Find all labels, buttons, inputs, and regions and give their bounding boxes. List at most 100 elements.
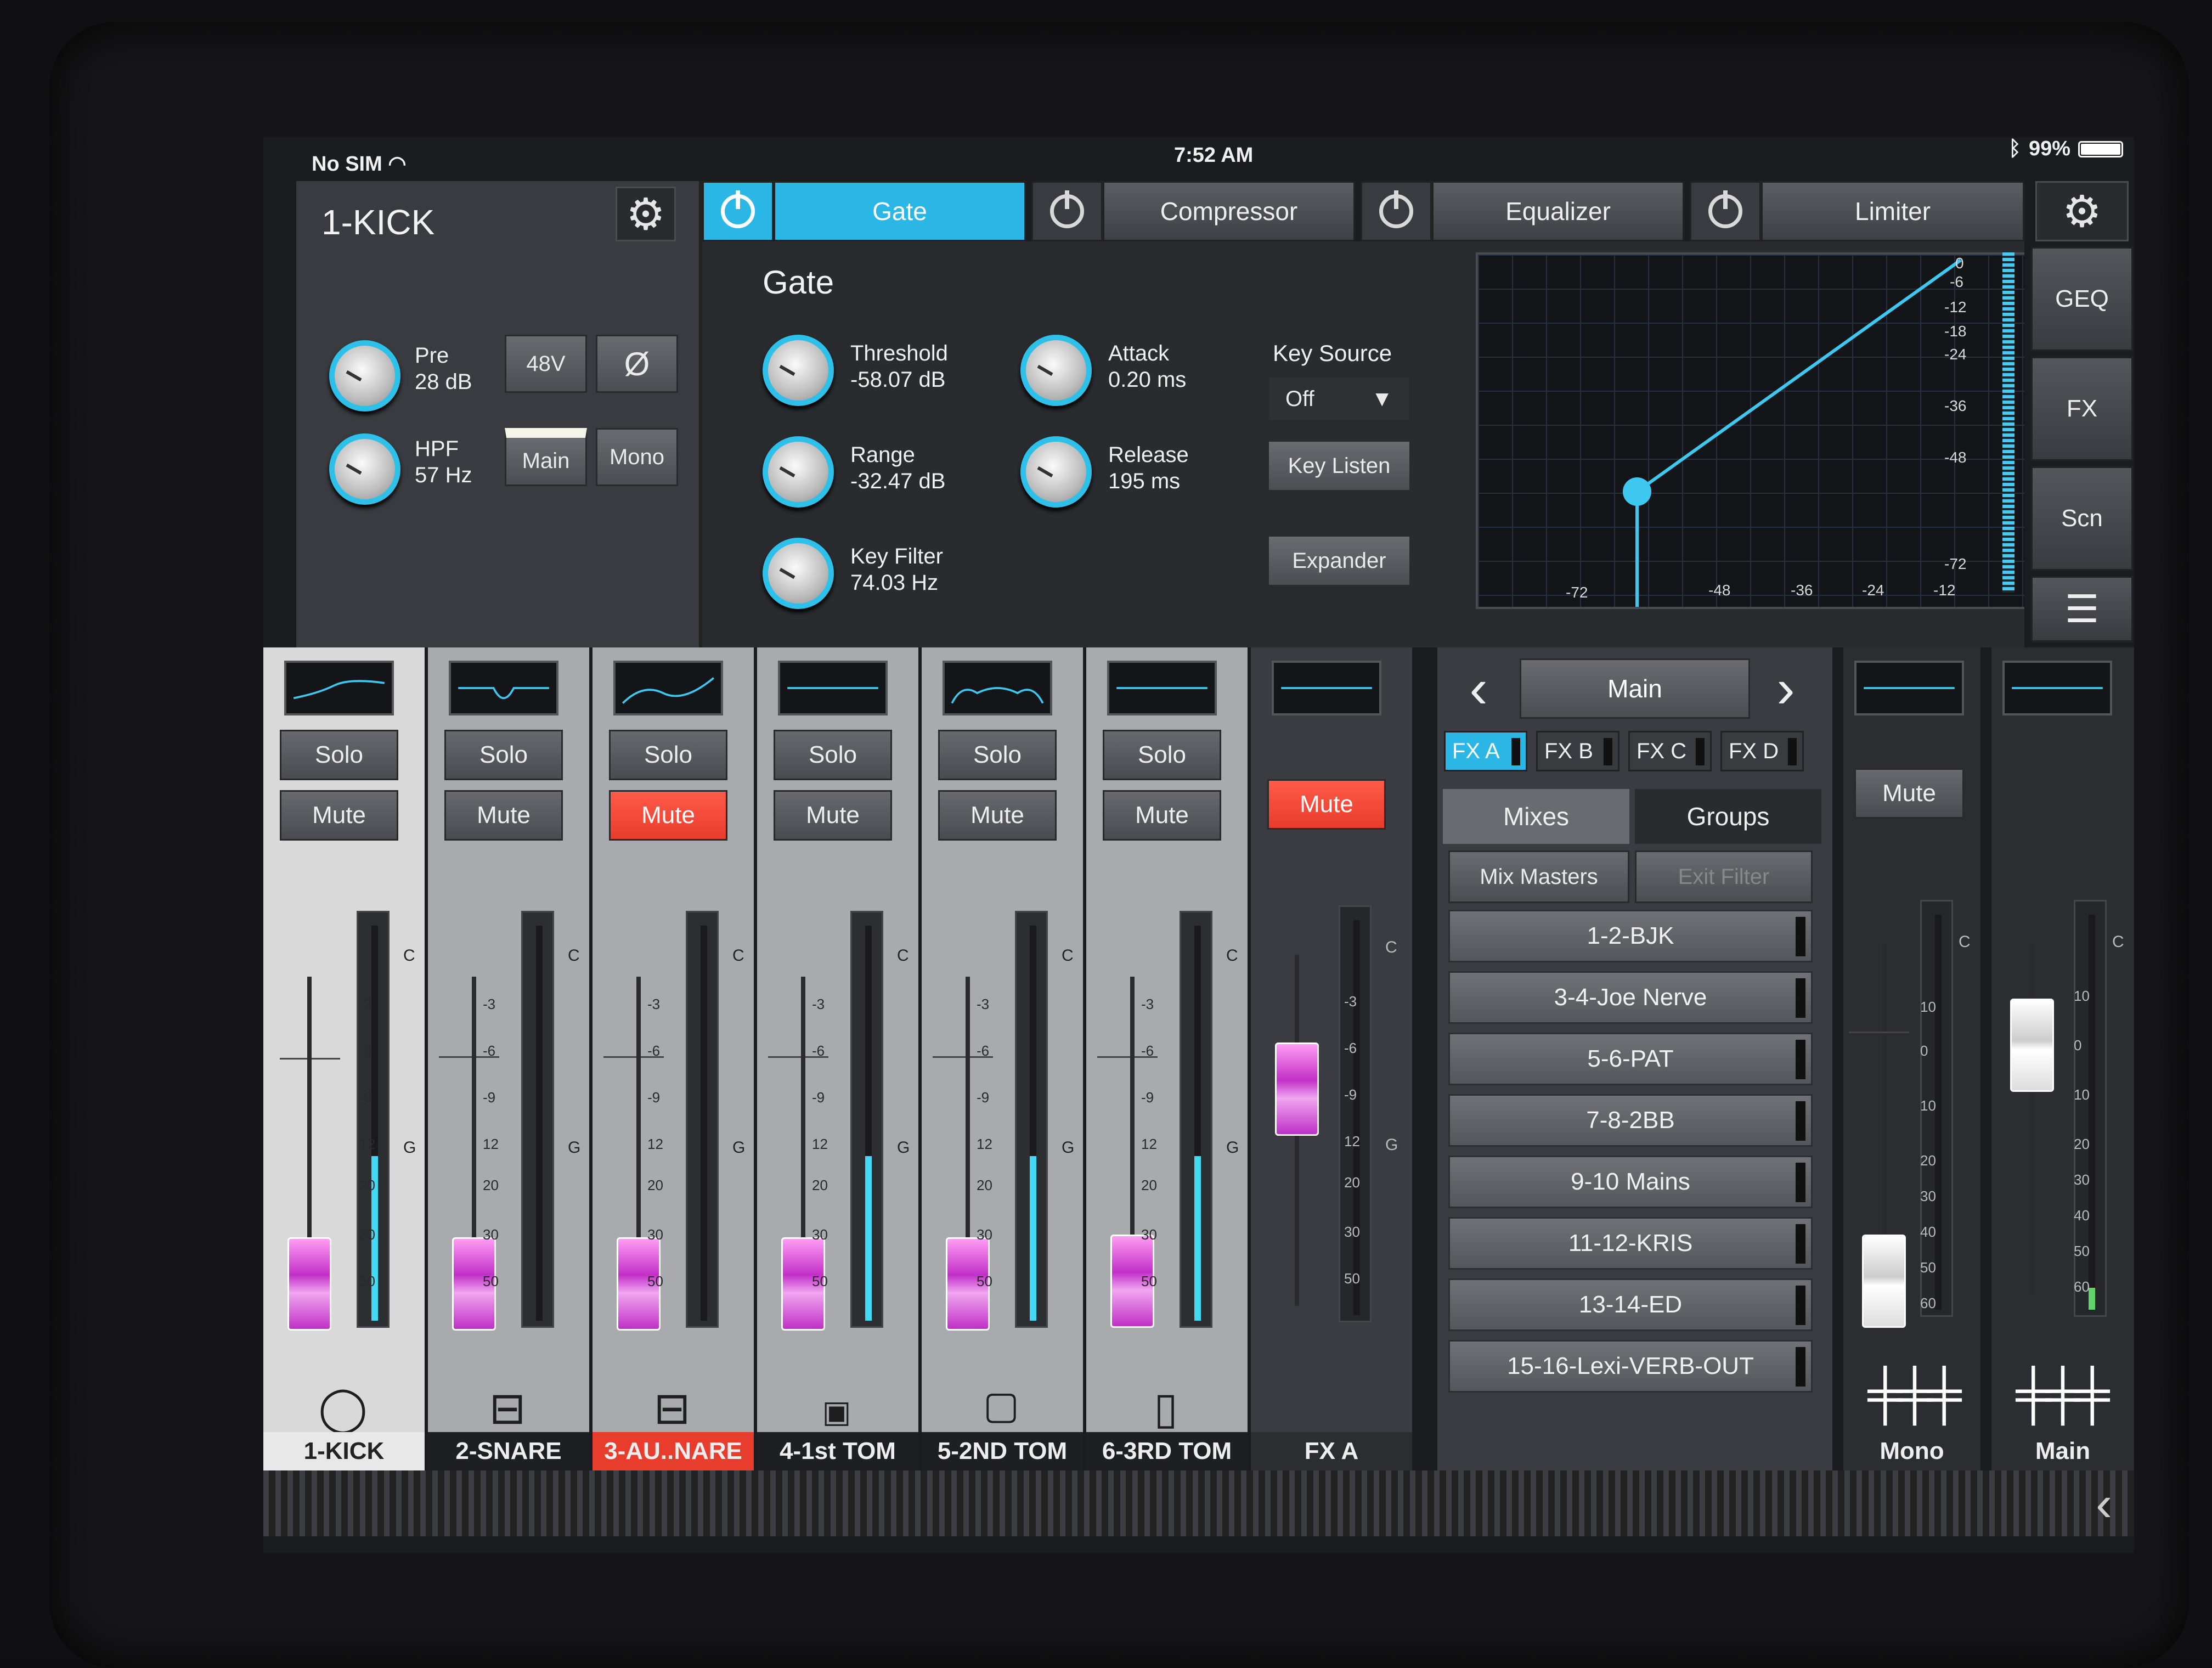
chevron-right-icon[interactable]: › [1767,658,1805,719]
mute-button[interactable]: Mute [1854,768,1964,819]
mix-item[interactable]: 13-14-ED [1448,1278,1813,1331]
compressor-power-icon[interactable] [1031,181,1103,241]
floor-tom-icon: ▯ [1153,1384,1178,1433]
y-tick: -6 [1950,273,1963,290]
clip-mark: C [1062,946,1074,965]
eq-thumbnail[interactable] [1272,661,1381,715]
y-tick: -36 [1944,397,1967,414]
phantom-48v-button[interactable]: 48V [505,335,587,393]
fader-handle[interactable] [2010,999,2054,1092]
threshold-knob[interactable] [763,335,834,406]
tab-compressor[interactable]: Compressor [1103,181,1355,241]
mix-item[interactable]: 7-8-2BB [1448,1094,1813,1147]
attack-knob[interactable] [1020,335,1092,406]
strip-name[interactable]: 3-AU..NARE [592,1432,754,1470]
gate-power-icon[interactable] [702,181,774,241]
selected-mix[interactable]: Main [1520,658,1750,719]
eq-thumbnail[interactable] [943,661,1052,715]
channel-scroll-bar[interactable]: ‹ [263,1470,2134,1536]
strip-name[interactable]: 5-2ND TOM [922,1432,1083,1470]
geq-button[interactable]: GEQ [2031,247,2133,351]
eq-thumbnail[interactable] [1854,661,1964,715]
range-knob[interactable] [763,436,834,508]
solo-button[interactable]: Solo [444,730,563,780]
solo-button[interactable]: Solo [609,730,727,780]
mute-button[interactable]: Mute [774,790,892,841]
strip-name[interactable]: Main [1991,1432,2134,1470]
mix-item[interactable]: 3-4-Joe Nerve [1448,971,1813,1024]
eq-thumbnail[interactable] [1107,661,1217,715]
channel-strip-2: Solo Mute C G -3 -6 -9 12 20 30 50 ⊟ 2-S… [428,647,592,1470]
strip-name[interactable]: 2-SNARE [428,1432,589,1470]
strip-name[interactable]: 4-1st TOM [757,1432,918,1470]
mute-button[interactable]: Mute [444,790,563,841]
exit-filter-button[interactable]: Exit Filter [1635,850,1813,903]
keyfilter-knob[interactable] [763,538,834,609]
strip-name[interactable]: Mono [1843,1432,1980,1470]
channel-gear-icon[interactable]: ⚙ [616,187,676,241]
chevron-left-icon[interactable]: ‹ [2096,1476,2112,1532]
phase-invert-button[interactable]: Ø [596,335,678,393]
mute-button[interactable]: Mute [280,790,398,841]
strip-name[interactable]: 6-3RD TOM [1086,1432,1248,1470]
chevron-left-icon[interactable]: ‹ [1459,658,1498,719]
strip-name[interactable]: 1-KICK [263,1432,425,1470]
eq-thumbnail[interactable] [284,661,394,715]
menu-list-icon[interactable]: ☰ [2031,576,2133,642]
mix-item[interactable]: 5-6-PAT [1448,1033,1813,1085]
solo-button[interactable]: Solo [280,730,398,780]
fx-a-button[interactable]: FX A [1444,731,1527,771]
meter-tick: 40 [1920,1224,1936,1240]
mute-button[interactable]: Mute [1267,779,1386,830]
keysource-dropdown[interactable]: Off ▼ [1267,376,1411,422]
eq-thumbnail[interactable] [778,661,888,715]
fx-c-button[interactable]: FX C [1628,731,1712,771]
mix-item[interactable]: 15-16-Lexi-VERB-OUT [1448,1340,1813,1393]
expander-button[interactable]: Expander [1267,535,1411,587]
meter-tick: 20 [359,1177,375,1193]
status-bar: No SIM ◠ 7:52 AM ᛒ 99% [263,137,2134,181]
preamp-label: Pre 28 dB [415,343,472,394]
meter-tick: 50 [1920,1259,1936,1276]
mix-masters-button[interactable]: Mix Masters [1448,850,1629,903]
release-label: Release 195 ms [1108,443,1189,493]
equalizer-power-icon[interactable] [1361,181,1432,241]
key-listen-button[interactable]: Key Listen [1267,440,1411,492]
gate-panel: Gate Threshold -58.07 dB Range -32.47 dB K… [702,241,2030,647]
settings-gear-icon[interactable]: ⚙ [2035,181,2129,241]
solo-button[interactable]: Solo [774,730,892,780]
strip-name[interactable]: FX A [1251,1432,1412,1470]
fx-button[interactable]: FX [2031,357,2133,461]
main-assign-button[interactable]: Main [505,428,587,486]
fader-handle[interactable] [287,1237,331,1331]
tab-limiter[interactable]: Limiter [1761,181,2024,241]
mono-bus-strip: Mute C 10 0 10 20 30 40 50 60 ╪╪╪ Mono [1843,647,1980,1470]
eq-thumbnail[interactable] [613,661,723,715]
meter-tick: 30 [483,1226,499,1243]
eq-thumbnail[interactable] [2002,661,2112,715]
mute-button[interactable]: Mute [1103,790,1221,841]
mono-assign-button[interactable]: Mono [596,428,678,486]
fader-handle[interactable] [1862,1235,1906,1328]
mix-item[interactable]: 11-12-KRIS [1448,1217,1813,1270]
main-bus-strip: C 10 0 10 20 30 40 50 60 ╪╪╪ Main [1991,647,2134,1470]
mix-item[interactable]: 9-10 Mains [1448,1156,1813,1208]
tab-groups[interactable]: Groups [1635,789,1821,844]
preamp-knob[interactable] [329,340,400,412]
limiter-power-icon[interactable] [1690,181,1761,241]
tab-equalizer[interactable]: Equalizer [1432,181,1684,241]
eq-thumbnail[interactable] [449,661,558,715]
solo-button[interactable]: Solo [938,730,1057,780]
fx-d-button[interactable]: FX D [1720,731,1804,771]
solo-button[interactable]: Solo [1103,730,1221,780]
release-knob[interactable] [1020,436,1092,508]
tab-mixes[interactable]: Mixes [1443,789,1629,844]
hpf-knob[interactable] [329,433,400,505]
mix-item[interactable]: 1-2-BJK [1448,910,1813,962]
tab-gate[interactable]: Gate [774,181,1026,241]
fx-b-button[interactable]: FX B [1536,731,1620,771]
scenes-button[interactable]: Scn [2031,466,2133,571]
fader-handle[interactable] [1275,1042,1319,1136]
mute-button[interactable]: Mute [609,790,727,841]
mute-button[interactable]: Mute [938,790,1057,841]
